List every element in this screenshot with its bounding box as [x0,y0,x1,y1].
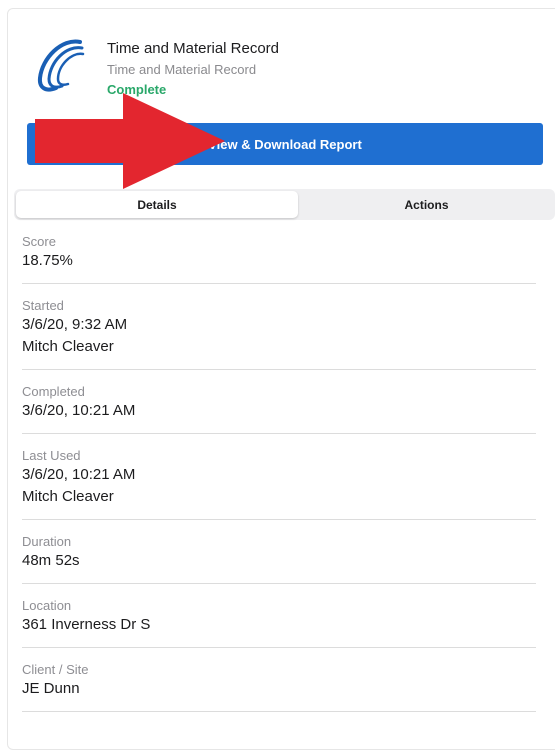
detail-field-value: 3/6/20, 10:21 AM [22,402,136,419]
detail-field-value: 18.75% [22,252,73,269]
detail-field-label: Started [22,298,64,313]
company-logo-icon [36,36,90,94]
detail-field-value: 3/6/20, 10:21 AM [22,466,136,483]
record-title: Time and Material Record [107,40,280,57]
detail-field: Started 3/6/20, 9:32 AM Mitch Cleaver [22,284,536,370]
details-list: Score 18.75% Started 3/6/20, 9:32 AM Mitch C… [0,220,555,712]
status-label: Complete [107,82,167,97]
detail-field-label: Client / Site [22,662,89,677]
detail-field-value: 361 Inverness Dr S [22,616,151,633]
detail-field: Last Used 3/6/20, 10:21 AM Mitch Cleaver [22,434,536,520]
record-subtitle: Time and Material Record [107,62,257,77]
detail-field: Location 361 Inverness Dr S [22,584,536,648]
detail-field-label: Location [22,598,72,613]
tab-actions[interactable]: Actions [300,191,553,218]
detail-field-value: JE Dunn [22,680,80,697]
segmented-tab-control: Details Actions [14,189,555,220]
detail-field: Client / Site JE Dunn [22,648,536,712]
detail-field-label: Last Used [22,448,81,463]
detail-field-value: Mitch Cleaver [22,488,114,505]
record-header: Time and Material Record Time and Materi… [0,0,555,110]
detail-field-value: 3/6/20, 9:32 AM [22,316,128,333]
detail-field: Score 18.75% [22,220,536,284]
view-download-report-button[interactable]: View & Download Report [27,123,543,165]
detail-field: Completed 3/6/20, 10:21 AM [22,370,536,434]
tab-details[interactable]: Details [16,191,298,218]
detail-field-label: Completed [22,384,85,399]
detail-field-label: Score [22,234,56,249]
detail-field-value: 48m 52s [22,552,80,569]
detail-field-label: Duration [22,534,72,549]
detail-field: Duration 48m 52s [22,520,536,584]
logo-swoosh-strokes [37,39,85,92]
detail-field-value: Mitch Cleaver [22,338,114,355]
